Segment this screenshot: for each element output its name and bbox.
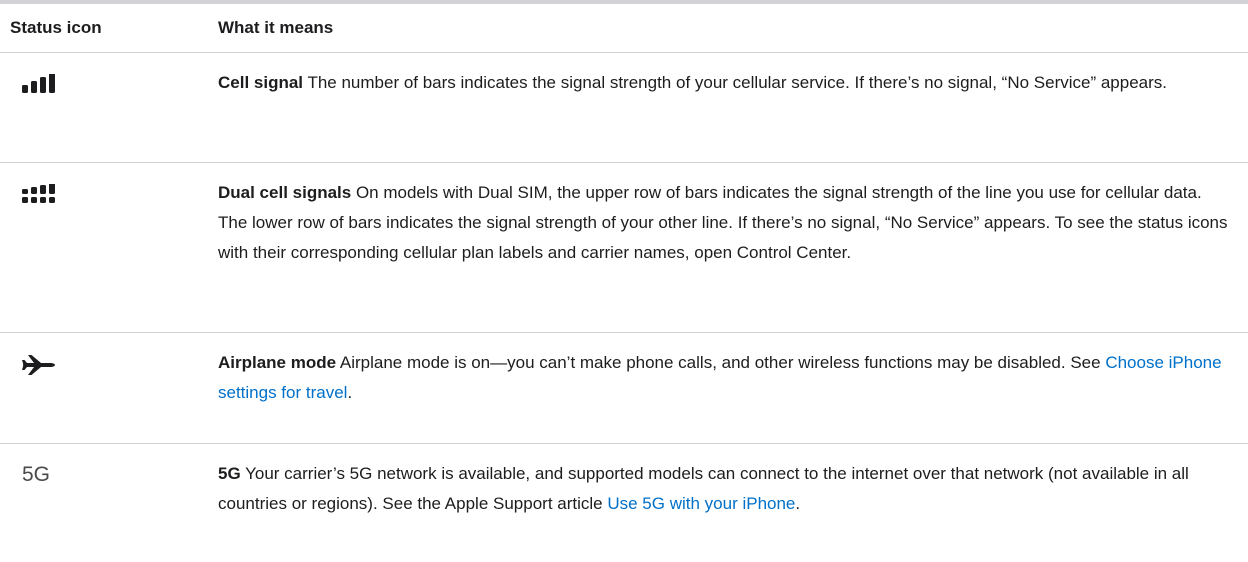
header-what-it-means: What it means	[218, 18, 334, 37]
row-description: Airplane mode Airplane mode is on—you ca…	[218, 333, 1248, 443]
row-term: Cell signal	[218, 73, 304, 92]
row-text: On models with Dual SIM, the upper row o…	[218, 183, 1228, 262]
row-description: Dual cell signals On models with Dual SI…	[218, 163, 1248, 332]
row-description: Cell signal The number of bars indicates…	[218, 53, 1248, 162]
table-row: 5G 5G Your carrier’s 5G network is avail…	[0, 444, 1248, 557]
table-header-row: Status icon What it means	[0, 4, 1248, 53]
row-term: Dual cell signals	[218, 183, 352, 202]
row-text: The number of bars indicates the signal …	[303, 73, 1168, 92]
5g-icon: 5G	[0, 444, 218, 557]
table-row: Cell signal The number of bars indicates…	[0, 53, 1248, 163]
use-5g-link[interactable]: Use 5G with your iPhone	[607, 494, 795, 513]
row-text-after: .	[795, 494, 801, 513]
airplane-icon	[0, 333, 218, 443]
row-text-after: .	[347, 383, 353, 402]
table-row: Dual cell signals On models with Dual SI…	[0, 163, 1248, 333]
table-row: Airplane mode Airplane mode is on—you ca…	[0, 333, 1248, 444]
5g-icon-label: 5G	[22, 463, 51, 486]
status-icon-table: Status icon What it means Cell signal Th…	[0, 0, 1248, 557]
dual-cell-signal-icon	[0, 163, 218, 332]
row-term: 5G	[218, 464, 241, 483]
row-term: Airplane mode	[218, 353, 337, 372]
row-description: 5G Your carrier’s 5G network is availabl…	[218, 444, 1248, 557]
cell-signal-icon	[0, 53, 218, 162]
row-text: Airplane mode is on—you can’t make phone…	[336, 353, 1106, 372]
header-status-icon: Status icon	[10, 18, 102, 37]
